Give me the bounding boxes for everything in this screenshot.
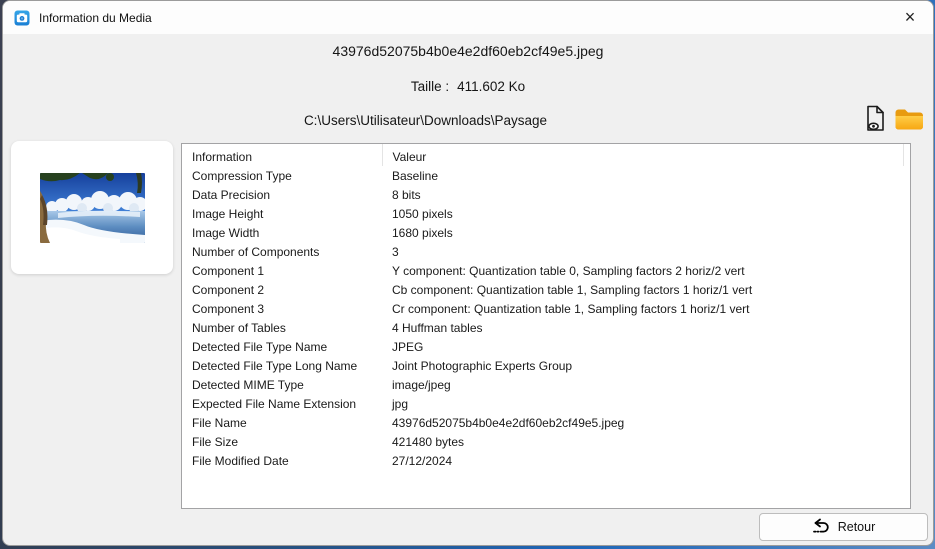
table-row[interactable]: Compression TypeBaseline [182, 166, 910, 185]
table-row[interactable]: Data Precision8 bits [182, 185, 910, 204]
table-row[interactable]: Detected File Type NameJPEG [182, 337, 910, 356]
header-icons [864, 105, 925, 135]
column-header-valeur[interactable]: Valeur [382, 144, 903, 166]
open-folder-button[interactable] [894, 107, 925, 135]
media-info-dialog: Information du Media × 43976d52075b4b0e4… [2, 0, 934, 546]
size-value: 411.602 Ko [457, 79, 525, 94]
table-row[interactable]: Image Width1680 pixels [182, 223, 910, 242]
folder-icon [894, 120, 925, 135]
metadata-panel: Information Valeur Compression TypeBasel… [181, 143, 911, 509]
table-row[interactable]: Number of Tables4 Huffman tables [182, 318, 910, 337]
metadata-table: Information Valeur Compression TypeBasel… [182, 144, 910, 470]
file-preview-eye-icon [864, 120, 886, 135]
table-row[interactable]: Detected MIME Typeimage/jpeg [182, 375, 910, 394]
table-row[interactable]: Detected File Type Long NameJoint Photog… [182, 356, 910, 375]
file-size-line: Taille : 411.602 Ko [3, 79, 933, 94]
preview-file-button[interactable] [864, 105, 886, 135]
titlebar: Information du Media × [3, 1, 933, 34]
file-path: C:\Users\Utilisateur\Downloads\Paysage [3, 113, 848, 128]
back-button-label: Retour [838, 520, 876, 534]
column-header-information[interactable]: Information [182, 144, 382, 166]
return-arrow-icon [812, 518, 831, 537]
table-row[interactable]: Number of Components3 [182, 242, 910, 261]
media-app-icon [14, 10, 30, 26]
file-name-heading: 43976d52075b4b0e4e2df60eb2cf49e5.jpeg [3, 43, 933, 59]
table-row[interactable]: File Name43976d52075b4b0e4e2df60eb2cf49e… [182, 413, 910, 432]
table-row[interactable]: Expected File Name Extensionjpg [182, 394, 910, 413]
table-row[interactable]: File Size421480 bytes [182, 432, 910, 451]
window-title: Information du Media [39, 11, 152, 25]
column-header-spacer [903, 144, 910, 166]
table-row[interactable]: Component 3Cr component: Quantization ta… [182, 299, 910, 318]
table-row[interactable]: Component 1Y component: Quantization tab… [182, 261, 910, 280]
table-row[interactable]: Image Height1050 pixels [182, 204, 910, 223]
table-row[interactable]: File Modified Date27/12/2024 [182, 451, 910, 470]
table-header-row: Information Valeur [182, 144, 910, 166]
metadata-table-body: Compression TypeBaselineData Precision8 … [182, 166, 910, 470]
size-label: Taille : [411, 79, 449, 94]
table-row[interactable]: Component 2Cb component: Quantization ta… [182, 280, 910, 299]
thumbnail-image [40, 173, 145, 243]
close-button[interactable]: × [887, 1, 933, 34]
back-button[interactable]: Retour [759, 513, 928, 541]
thumbnail-card [11, 141, 173, 274]
